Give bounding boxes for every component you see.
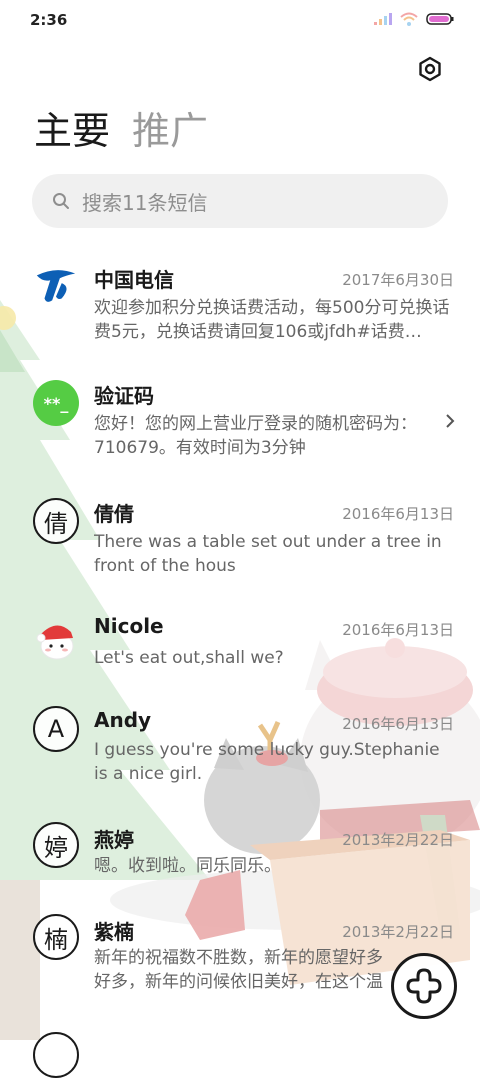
message-date: 2013年2月22日 <box>342 923 454 941</box>
avatar-text: 倩 <box>44 509 68 538</box>
sender-name: 紫楠 <box>94 920 134 944</box>
sender-name: 燕婷 <box>94 828 134 852</box>
message-preview: 嗯。收到啦。同乐同乐。 <box>94 856 281 876</box>
message-preview: 您好！您的网上营业厅登录的随机密码为：710679。有效时间为3分钟 <box>94 414 417 458</box>
avatar: 楠 <box>33 914 79 960</box>
message-item[interactable]: 中国电信 2017年6月30日 欢迎参加积分兑换话费活动，每500分可兑换话费5… <box>0 252 480 362</box>
message-preview: 欢迎参加积分兑换话费活动，每500分可兑换话费5元，兑换话费请回复106或jfd… <box>94 298 450 342</box>
category-tabs: 主要 推广 <box>34 108 208 154</box>
message-preview: I guess you're some lucky guy.Stephanie … <box>94 740 440 784</box>
message-date: 2017年6月30日 <box>342 271 454 289</box>
message-preview: 新年的祝福数不胜数，新年的愿望好多好多，新年的问候依旧美好，在这个温馨的时刻 <box>94 948 383 992</box>
avatar-text: 婷 <box>44 833 68 862</box>
battery-icon <box>426 13 454 25</box>
status-bar: 2:36 <box>0 0 480 40</box>
message-preview: There was a table set out under a tree i… <box>94 532 442 576</box>
message-preview: Let's eat out,shall we? <box>94 648 284 668</box>
chevron-right-icon[interactable] <box>444 412 456 430</box>
message-item[interactable]: A Andy 2016年6月13日 I guess you're some lu… <box>0 696 480 806</box>
china-telecom-logo-icon <box>36 270 76 302</box>
settings-gear-icon[interactable] <box>416 55 444 83</box>
message-item[interactable]: 倩 倩倩 2016年6月13日 There was a table set ou… <box>0 486 480 596</box>
plus-icon <box>406 968 442 1004</box>
tab-promotions[interactable]: 推广 <box>132 108 208 154</box>
search-icon <box>53 193 69 209</box>
status-icons <box>374 12 454 26</box>
sender-name: 验证码 <box>94 384 154 408</box>
wifi-icon <box>400 12 418 26</box>
status-time: 2:36 <box>30 11 68 29</box>
cartoon-cat-avatar-icon <box>36 625 74 660</box>
signal-icon <box>374 13 392 25</box>
avatar <box>33 262 79 308</box>
avatar: **_ <box>33 380 79 426</box>
message-date: 2016年6月13日 <box>342 715 454 733</box>
sender-name: 中国电信 <box>94 268 174 292</box>
sender-name: Andy <box>94 708 152 732</box>
new-message-button[interactable] <box>391 953 457 1019</box>
search-placeholder: 搜索11条短信 <box>82 190 208 215</box>
avatar-text: **_ <box>43 393 69 413</box>
avatar-text: A <box>47 715 65 743</box>
avatar: A <box>33 706 79 752</box>
message-date: 2016年6月13日 <box>342 505 454 523</box>
sender-name: Nicole <box>94 614 164 638</box>
sender-name: 倩倩 <box>94 502 134 526</box>
message-date: 2016年6月13日 <box>342 621 454 639</box>
avatar-text: 楠 <box>44 925 68 954</box>
avatar <box>33 1032 79 1078</box>
avatar: 倩 <box>33 498 79 544</box>
tab-primary[interactable]: 主要 <box>34 108 110 154</box>
avatar: 婷 <box>33 822 79 868</box>
search-bar[interactable]: 搜索11条短信 <box>32 174 448 228</box>
message-item[interactable]: **_ 验证码 您好！您的网上营业厅登录的随机密码为：710679。有效时间为3… <box>0 368 480 478</box>
message-item-partial[interactable] <box>0 1022 480 1078</box>
avatar <box>33 616 79 662</box>
message-date: 2013年2月22日 <box>342 831 454 849</box>
